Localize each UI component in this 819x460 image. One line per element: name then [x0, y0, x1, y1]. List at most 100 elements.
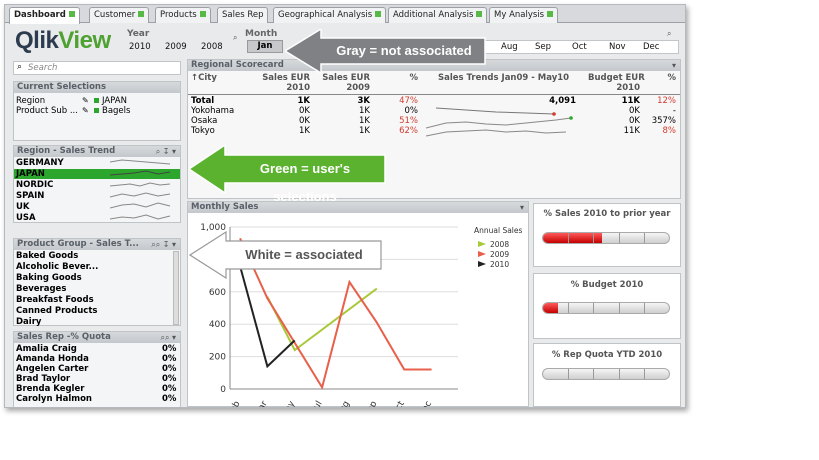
sales-rep-name[interactable]: Brad Taylor — [16, 374, 70, 384]
x-tick-label: Sep — [362, 399, 379, 407]
product-group-item[interactable]: Canned Products — [16, 306, 97, 316]
callout-gray-text: Gray = not associated — [336, 43, 472, 58]
qlikview-window: Dashboard Customer Products Sales Rep Ge… — [4, 4, 686, 408]
tab-dot-icon — [199, 11, 206, 17]
eraser-icon[interactable]: ✎ — [82, 106, 89, 115]
row-s10: 1K — [299, 126, 310, 136]
x-tick-label: May — [279, 399, 297, 407]
sales-rep-name[interactable]: Carolyn Halmon — [16, 394, 92, 404]
row-s09: 1K — [359, 106, 370, 116]
current-selections-title: Current Selections — [14, 82, 180, 93]
tab-dot-icon — [476, 11, 483, 17]
year-2010[interactable]: 2010 — [129, 42, 151, 52]
month-oct[interactable]: Oct — [572, 42, 587, 52]
tab-dot-icon — [138, 11, 145, 17]
month-aug[interactable]: Aug — [501, 42, 518, 52]
menu-icon[interactable]: ▾ — [520, 203, 524, 212]
month-sep[interactable]: Sep — [535, 42, 551, 52]
tab-my-analysis[interactable]: My Analysis — [489, 7, 559, 23]
row-pct: 51% — [399, 116, 418, 126]
x-tick-label: Jul — [310, 400, 325, 408]
sales-rep-pct: 0% — [162, 374, 177, 384]
col-sales2010-year: 2010 — [286, 83, 310, 93]
gauge-title: % Rep Quota YTD 2010 — [551, 350, 663, 360]
gauge-title: % Sales 2010 to prior year — [543, 209, 671, 219]
month-nov[interactable]: Nov — [609, 42, 626, 52]
selection-field-product: Product Sub ... — [16, 106, 78, 116]
x-tick-label: Feb — [226, 399, 243, 407]
gauge-tick — [568, 233, 570, 243]
search-icon[interactable]: ⌕ ↧ ▾ — [156, 147, 176, 157]
row-s10: 0K — [299, 106, 310, 116]
gauge-sales-prior: % Sales 2010 to prior year — [533, 203, 681, 267]
tab-dashboard[interactable]: Dashboard — [9, 7, 80, 24]
sales-rep-name[interactable]: Angelen Carter — [16, 364, 88, 374]
search-icon[interactable]: ⌕⌕ ▾ — [160, 333, 176, 343]
region-item[interactable]: UK — [16, 202, 30, 212]
row-pct: 62% — [399, 126, 418, 136]
row-budget: 0K — [629, 106, 640, 116]
search-box[interactable]: ⌕ Search — [13, 61, 181, 75]
sales-trend-sparklines — [426, 107, 573, 137]
year-2009[interactable]: 2009 — [165, 42, 187, 52]
row-pct2: 12% — [657, 96, 676, 106]
tab-products[interactable]: Products — [155, 7, 211, 23]
col-budget[interactable]: Budget EUR — [588, 73, 645, 83]
eraser-icon[interactable]: ✎ — [82, 96, 89, 105]
sales-rep-pct: 0% — [162, 354, 177, 364]
col-city[interactable]: ↑City — [191, 73, 217, 83]
col-trend[interactable]: Sales Trends Jan09 - May10 — [438, 73, 569, 83]
sales-rep-name[interactable]: Amalia Craig — [16, 344, 77, 354]
col-pct[interactable]: % — [388, 73, 418, 83]
gauge-tick — [643, 233, 645, 243]
sales-rep-pct: 0% — [162, 394, 177, 404]
clear-icon[interactable]: ⌕ — [667, 29, 671, 39]
callout-white-text: White = associated — [245, 247, 363, 262]
scrollbar[interactable] — [173, 251, 179, 325]
region-item[interactable]: GERMANY — [16, 158, 64, 168]
gauge-tick — [618, 233, 620, 243]
region-item[interactable]: NORDIC — [16, 180, 53, 190]
menu-icon[interactable]: ▾ — [672, 61, 676, 70]
row-budget: 11K — [621, 96, 640, 106]
tab-geographical-analysis[interactable]: Geographical Analysis — [273, 7, 387, 23]
tab-customer[interactable]: Customer — [89, 7, 150, 23]
legend-label: 2010 — [490, 260, 509, 269]
legend-title: Annual Sales — [474, 226, 523, 235]
col-sales2009[interactable]: Sales EUR — [320, 73, 370, 83]
product-group-item[interactable]: Alcoholic Bever... — [16, 262, 98, 272]
y-tick-label: 600 — [209, 288, 226, 298]
product-group-item[interactable]: Dairy — [16, 317, 41, 327]
sales-rep-listbox: Sales Rep -% Quota ⌕⌕ ▾ Amalia Craig 0% A… — [13, 331, 181, 407]
tab-sales-rep[interactable]: Sales Rep — [217, 7, 269, 23]
qlikview-logo: QlikView — [15, 27, 111, 54]
product-group-item[interactable]: Baking Goods — [16, 273, 82, 283]
row-s09: 3K — [357, 96, 370, 106]
col-pct2[interactable]: % — [648, 73, 676, 83]
product-group-item[interactable]: Breakfast Foods — [16, 295, 94, 305]
sales-rep-name[interactable]: Amanda Honda — [16, 354, 89, 364]
region-item[interactable]: SPAIN — [16, 191, 44, 201]
search-icon[interactable]: ⌕ — [233, 33, 237, 43]
product-group-item[interactable]: Baked Goods — [16, 251, 78, 261]
row-s10: 1K — [297, 96, 310, 106]
sales-rep-name[interactable]: Brenda Kegler — [16, 384, 84, 394]
search-icon[interactable]: ⌕⌕ ↧ ▾ — [151, 240, 176, 250]
row-pct2: 357% — [651, 116, 676, 126]
selection-dot-icon — [94, 98, 99, 103]
row-budget: 0K — [629, 116, 640, 126]
gauge-rep-quota: % Rep Quota YTD 2010 — [533, 343, 681, 407]
gauge-tick — [618, 303, 620, 313]
product-group-item[interactable]: Beverages — [16, 284, 66, 294]
row-s09: 1K — [359, 116, 370, 126]
gauge-tick — [593, 369, 595, 379]
region-item[interactable]: USA — [16, 213, 36, 223]
tab-additional-analysis[interactable]: Additional Analysis — [388, 7, 488, 23]
month-jan[interactable]: Jan — [247, 40, 283, 53]
row-city: Tokyo — [191, 126, 215, 136]
col-sales2010[interactable]: Sales EUR — [260, 73, 310, 83]
y-tick-label: 0 — [220, 385, 226, 395]
year-2008[interactable]: 2008 — [201, 42, 223, 52]
month-dec[interactable]: Dec — [643, 42, 659, 52]
gauge-tick — [618, 369, 620, 379]
